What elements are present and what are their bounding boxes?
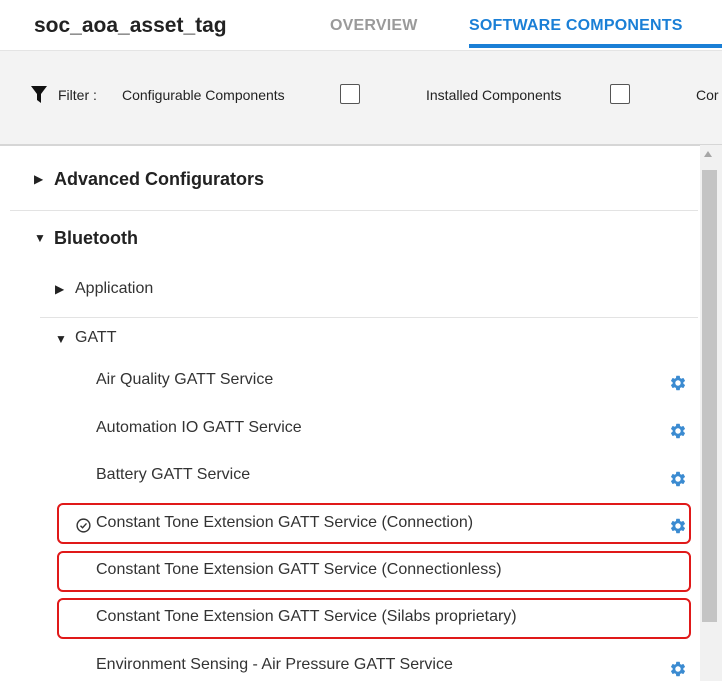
highlight-box (57, 598, 691, 639)
category-label: GATT (75, 329, 117, 346)
highlight-box (57, 551, 691, 592)
header: soc_aoa_asset_tag OVERVIEW SOFTWARE COMP… (0, 0, 722, 50)
category-label: Bluetooth (54, 228, 138, 248)
tab-overview[interactable]: OVERVIEW (330, 17, 418, 35)
installed-components-label: Installed Components (426, 87, 562, 103)
component-environment-sensing-air-pressure[interactable]: Environment Sensing - Air Pressure GATT … (0, 648, 700, 681)
active-tab-indicator (469, 44, 722, 48)
tree-category-bluetooth[interactable]: ▼ Bluetooth (0, 211, 700, 261)
tree-category-application[interactable]: ▶ Application (0, 269, 700, 315)
caret-right-icon: ▶ (55, 282, 65, 296)
configurable-components-label: Configurable Components (122, 87, 285, 103)
filter-bar: Filter : Configurable Components Install… (0, 50, 722, 146)
caret-right-icon: ▶ (34, 172, 44, 186)
component-label: Automation IO GATT Service (96, 419, 302, 436)
scroll-up-arrow-icon[interactable] (704, 151, 712, 157)
component-label: Battery GATT Service (96, 466, 251, 483)
tab-software-components[interactable]: SOFTWARE COMPONENTS (469, 17, 683, 35)
gear-icon[interactable] (669, 422, 687, 440)
category-label: Application (75, 280, 154, 297)
filter-icon (31, 86, 47, 103)
component-label: Air Quality GATT Service (96, 371, 274, 388)
caret-down-icon: ▼ (34, 231, 46, 245)
filter-label: Filter : (58, 87, 97, 103)
project-title: soc_aoa_asset_tag (34, 14, 227, 37)
highlight-box (57, 503, 691, 544)
component-automation-io-gatt-service[interactable]: Automation IO GATT Service (0, 411, 700, 451)
scrollbar-thumb[interactable] (702, 170, 717, 622)
gear-icon[interactable] (669, 660, 687, 678)
gear-icon[interactable] (669, 470, 687, 488)
component-air-quality-gatt-service[interactable]: Air Quality GATT Service (0, 363, 700, 403)
component-battery-gatt-service[interactable]: Battery GATT Service (0, 458, 700, 498)
configurable-components-checkbox[interactable] (340, 84, 360, 104)
tree-category-advanced-configurators[interactable]: ▶ Advanced Configurators (0, 145, 700, 210)
caret-down-icon: ▼ (55, 332, 67, 346)
category-label: Advanced Configurators (54, 169, 265, 189)
component-label: Environment Sensing - Air Pressure GATT … (96, 656, 453, 673)
filter-option-truncated-label: Cor (696, 87, 719, 103)
tree-category-gatt[interactable]: ▼ GATT (0, 318, 700, 358)
component-tree: ▶ Advanced Configurators ▼ Bluetooth ▶ A… (0, 145, 700, 681)
installed-components-checkbox[interactable] (610, 84, 630, 104)
gear-icon[interactable] (669, 374, 687, 392)
